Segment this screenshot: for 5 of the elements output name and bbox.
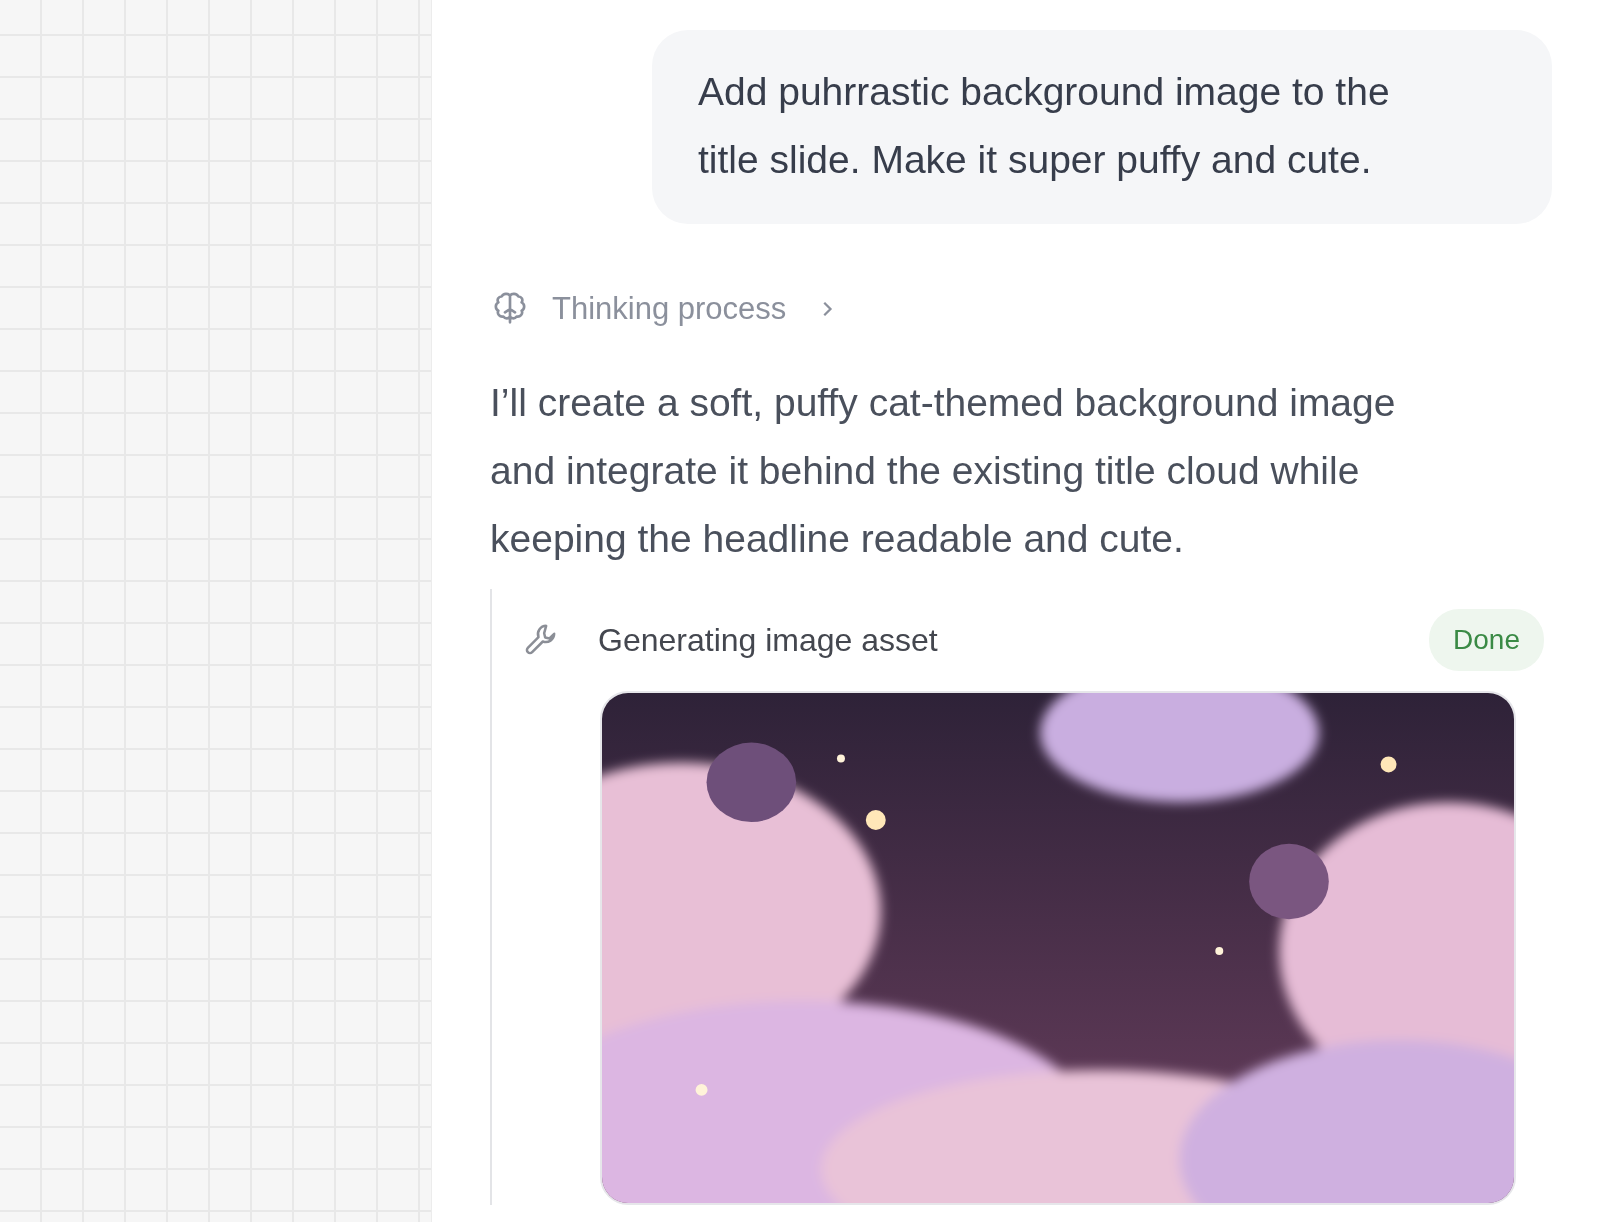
user-message-bubble: Add puhrrastic background image to the title slide. Make it super puffy and cute. — [652, 30, 1552, 224]
assistant-message: I’ll create a soft, puffy cat-themed background image and integrate it behind the existing title cloud while keeping the headline readable and cute. — [490, 379, 1397, 562]
tool-call-label: Generating image asset — [598, 620, 938, 660]
thinking-toggle[interactable]: Thinking process — [490, 286, 839, 333]
status-badge: Done — [1429, 608, 1544, 671]
